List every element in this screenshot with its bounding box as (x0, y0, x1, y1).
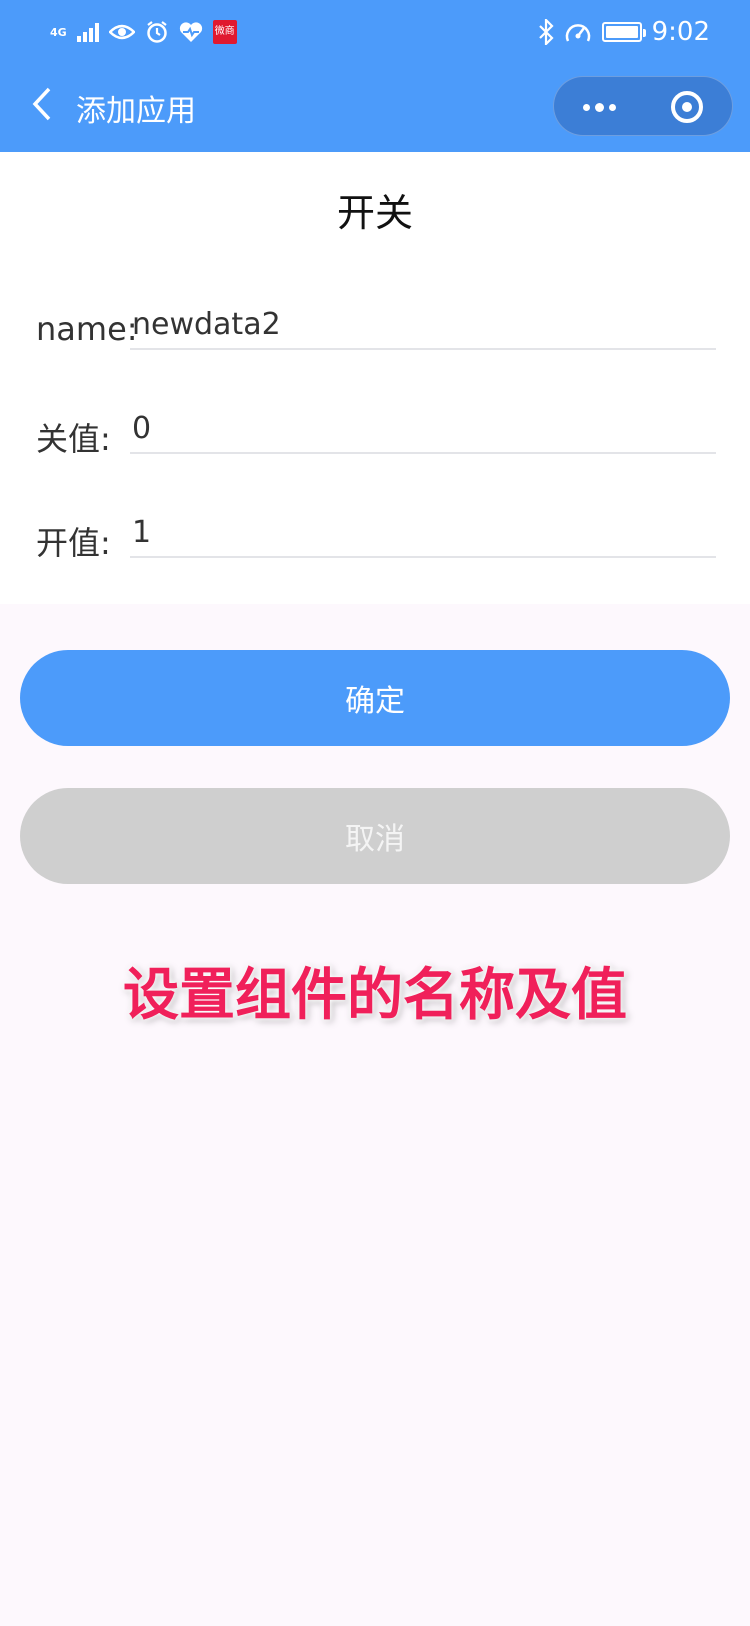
field-off-value-row: 关值: (0, 404, 750, 464)
back-button[interactable] (22, 84, 62, 124)
status-right: 9:02 (538, 16, 710, 48)
on-value-input[interactable] (130, 508, 716, 558)
target-ring-icon (671, 91, 703, 123)
chevron-left-icon (32, 87, 51, 121)
eye-icon (108, 24, 135, 40)
field-name-row: name: (0, 300, 750, 360)
more-button[interactable] (554, 77, 644, 137)
form-title: 开关 (336, 191, 413, 235)
field-name-label: name: (36, 310, 138, 348)
off-value-input[interactable] (130, 404, 716, 454)
caption-overlay: 设置组件的名称及值 (123, 963, 627, 1028)
close-button[interactable] (642, 77, 732, 137)
app-badge-icon: 微商 (212, 20, 237, 44)
signal-type-label: 4G (50, 25, 67, 39)
speed-icon (565, 24, 590, 42)
page-title: 添加应用 (76, 94, 196, 129)
field-off-value-label: 关值: (36, 420, 111, 458)
more-dots-icon (582, 103, 590, 111)
status-left: 4G 微商 (50, 16, 237, 48)
confirm-button[interactable]: 确定 (20, 650, 730, 746)
health-icon (179, 22, 202, 42)
form-card: 开关 name: 关值: 开值: (0, 152, 750, 604)
field-on-value-label: 开值: (36, 524, 111, 562)
more-dots-icon (594, 102, 604, 112)
battery-icon (601, 22, 646, 42)
status-bar: 4G 微商 9:02 (0, 0, 750, 64)
app-header: 4G 微商 9:02 添加应用 (0, 0, 750, 152)
status-time: 9:02 (651, 17, 710, 47)
alarm-icon (146, 21, 167, 43)
battery-level (605, 26, 638, 38)
name-input[interactable] (130, 300, 716, 350)
more-dots-icon (608, 103, 616, 111)
signal-icon (76, 22, 99, 42)
field-on-value-row: 开值: (0, 508, 750, 568)
mini-program-capsule (553, 76, 733, 136)
bluetooth-icon (538, 19, 554, 45)
cancel-button[interactable]: 取消 (20, 788, 730, 884)
